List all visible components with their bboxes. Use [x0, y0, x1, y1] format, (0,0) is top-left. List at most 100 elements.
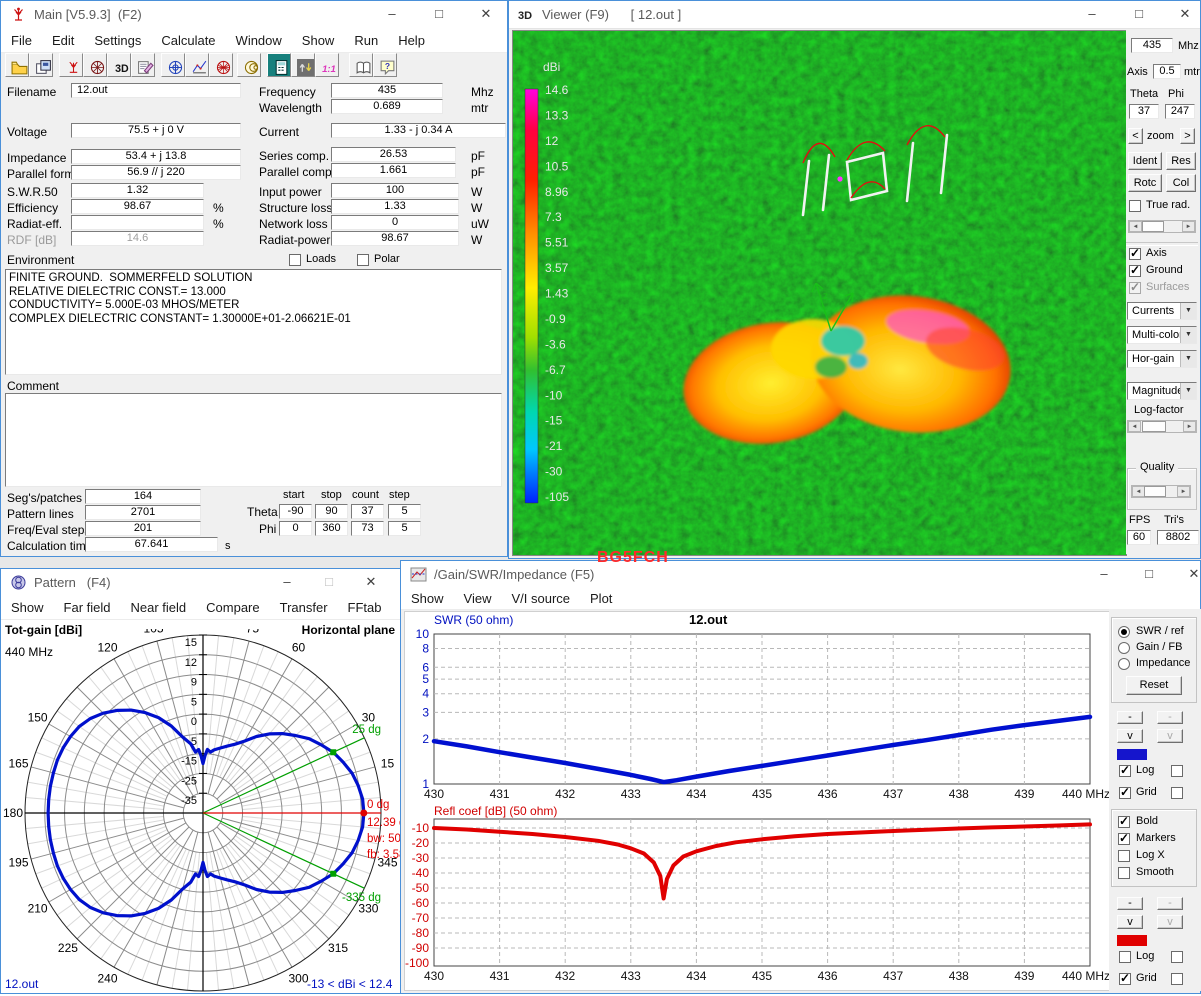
gain-window-close-button[interactable]: ✕: [1176, 561, 1201, 587]
field-structure-loss[interactable]: 1.33: [331, 199, 459, 214]
refl-log-alt-checkbox[interactable]: [1171, 951, 1183, 963]
toolbar-geometry-view-button[interactable]: [161, 53, 185, 77]
dropdown-magnitude[interactable]: Magnitude▼: [1127, 382, 1197, 400]
zoom-in-button[interactable]: >: [1180, 128, 1195, 144]
show-axis-checkbox[interactable]: [1129, 248, 1141, 260]
quality-scrollbar-thumb[interactable]: [1144, 486, 1166, 497]
chevron-down-icon[interactable]: ▼: [1180, 327, 1196, 343]
radio-impedance[interactable]: [1118, 658, 1130, 670]
pattern-window-menu-show[interactable]: Show: [1, 597, 54, 618]
field-calculation-time[interactable]: 67.641: [85, 537, 218, 552]
option-bold-checkbox[interactable]: [1118, 816, 1130, 828]
option-smooth-checkbox[interactable]: [1118, 867, 1130, 879]
environment-textbox[interactable]: FINITE GROUND. SOMMERFELD SOLUTIONRELATI…: [5, 269, 502, 375]
gain-window-minimize-button[interactable]: –: [1086, 561, 1122, 587]
option-log-x-checkbox[interactable]: [1118, 850, 1130, 862]
toolbar-far-field-button[interactable]: [209, 53, 233, 77]
pattern-window-menu-fftab[interactable]: FFtab: [338, 597, 392, 618]
main-window-minimize-button[interactable]: –: [374, 1, 410, 27]
log-factor-scrollbar-thumb[interactable]: [1142, 421, 1166, 432]
swr-grid-checkbox[interactable]: [1119, 787, 1131, 799]
main-window-menu-edit[interactable]: Edit: [42, 30, 84, 51]
pattern-window-minimize-button[interactable]: –: [269, 569, 305, 595]
field-rdf-db-[interactable]: 14.6: [71, 231, 204, 246]
gain-window-menu-plot[interactable]: Plot: [580, 588, 622, 609]
main-window-menu-help[interactable]: Help: [388, 30, 435, 51]
field-impedance[interactable]: 53.4 + j 13.8: [71, 149, 241, 164]
sweep-theta-start[interactable]: -90: [279, 504, 312, 519]
toolbar-smith-chart-button[interactable]: [237, 53, 261, 77]
rad-scrollbar-left-arrow-icon[interactable]: ◄: [1129, 221, 1142, 232]
refl-grid-checkbox[interactable]: [1119, 973, 1131, 985]
main-window-menu-run[interactable]: Run: [344, 30, 388, 51]
dropdown-hor-gain[interactable]: Hor-gain▼: [1127, 350, 1197, 368]
rad-scrollbar[interactable]: ◄►: [1128, 220, 1196, 233]
log-factor-scrollbar-left-arrow-icon[interactable]: ◄: [1128, 421, 1141, 432]
field-network-loss[interactable]: 0: [331, 215, 459, 230]
gain-window-menu-v-i-source[interactable]: V/I source: [501, 588, 580, 609]
field-current[interactable]: 1.33 - j 0.34 A: [331, 123, 506, 138]
quality-scrollbar[interactable]: ◄►: [1131, 485, 1191, 498]
gain-window-menu-view[interactable]: View: [454, 588, 502, 609]
field-voltage[interactable]: 75.5 + j 0 V: [71, 123, 241, 138]
pattern-window-maximize-button[interactable]: □: [311, 569, 347, 595]
sweep-phi-count[interactable]: 73: [351, 521, 384, 536]
zoom-out-button[interactable]: <: [1128, 128, 1143, 144]
field-efficiency[interactable]: 98.67: [71, 199, 204, 214]
tris-value[interactable]: 8802: [1157, 530, 1199, 545]
toolbar-line-chart-button[interactable]: [185, 53, 209, 77]
rotc-button[interactable]: Rotc: [1128, 174, 1162, 192]
swr-minus-button-disabled[interactable]: -: [1157, 711, 1183, 724]
chevron-down-icon[interactable]: ▼: [1180, 351, 1196, 367]
main-window-maximize-button[interactable]: □: [421, 1, 457, 27]
pattern-window-menu-compare[interactable]: Compare: [196, 597, 269, 618]
swr-grid-alt-checkbox[interactable]: [1171, 787, 1183, 799]
viewer3d-viewport[interactable]: zdBi14.613.31210.58.967.35.513.571.43-0.…: [512, 30, 1127, 556]
chevron-down-icon[interactable]: ▼: [1180, 303, 1196, 319]
pattern-window-close-button[interactable]: ✕: [353, 569, 389, 595]
radio-gain-fb[interactable]: [1118, 642, 1130, 654]
theta-input[interactable]: 37: [1129, 104, 1159, 119]
show-ground-checkbox[interactable]: [1129, 265, 1141, 277]
toolbar-scale-1-1-button[interactable]: 1:1: [315, 53, 339, 77]
toolbar-help-button[interactable]: ?: [373, 53, 397, 77]
sweep-theta-count[interactable]: 37: [351, 504, 384, 519]
quality-scrollbar-right-arrow-icon[interactable]: ►: [1177, 486, 1190, 497]
log-factor-scrollbar[interactable]: ◄►: [1127, 420, 1197, 433]
radio-swr-ref[interactable]: [1118, 626, 1130, 638]
comment-textbox[interactable]: [5, 393, 502, 487]
main-window-menu-calculate[interactable]: Calculate: [151, 30, 225, 51]
field-radiat-eff-[interactable]: [71, 215, 204, 230]
field-series-comp-[interactable]: 26.53: [331, 147, 456, 162]
refl-log-checkbox[interactable]: [1119, 951, 1131, 963]
toolbar-open-file-button[interactable]: [5, 53, 29, 77]
axis-size-input[interactable]: 0.5: [1153, 64, 1181, 79]
swr-log-checkbox[interactable]: [1119, 765, 1131, 777]
rad-scrollbar-right-arrow-icon[interactable]: ►: [1182, 221, 1195, 232]
sweep-theta-stop[interactable]: 90: [315, 504, 348, 519]
true-rad-checkbox[interactable]: [1129, 200, 1141, 212]
field-input-power[interactable]: 100: [331, 183, 459, 198]
main-window-menu-settings[interactable]: Settings: [84, 30, 151, 51]
pattern-window-menu-transfer[interactable]: Transfer: [270, 597, 338, 618]
refl-color-swatch[interactable]: [1117, 935, 1147, 946]
option-markers-checkbox[interactable]: [1118, 833, 1130, 845]
toolbar-save-files-button[interactable]: [29, 53, 53, 77]
toolbar-antenna-geometry-button[interactable]: [59, 53, 83, 77]
toolbar-edit-nec-button[interactable]: [131, 53, 155, 77]
field-freq-eval-steps[interactable]: 201: [85, 521, 201, 536]
dropdown-multi-color[interactable]: Multi-color▼: [1127, 326, 1197, 344]
rad-scrollbar-thumb[interactable]: [1142, 221, 1164, 232]
refl-minus-button[interactable]: -: [1117, 897, 1143, 910]
refl-grid-alt-checkbox[interactable]: [1171, 973, 1183, 985]
toolbar-pattern-wheel-button[interactable]: [83, 53, 107, 77]
viewer3d-window-maximize-button[interactable]: □: [1121, 1, 1157, 27]
sweep-phi-stop[interactable]: 360: [315, 521, 348, 536]
field-radiat-power[interactable]: 98.67: [331, 231, 459, 246]
viewer3d-window-close-button[interactable]: ✕: [1167, 1, 1201, 27]
res-button[interactable]: Res: [1166, 152, 1196, 170]
field-seg-s-patches[interactable]: 164: [85, 489, 201, 504]
swr-down-button[interactable]: v: [1117, 729, 1143, 743]
field-frequency[interactable]: 435: [331, 83, 443, 98]
cursor-line-335dg[interactable]: [203, 813, 364, 888]
